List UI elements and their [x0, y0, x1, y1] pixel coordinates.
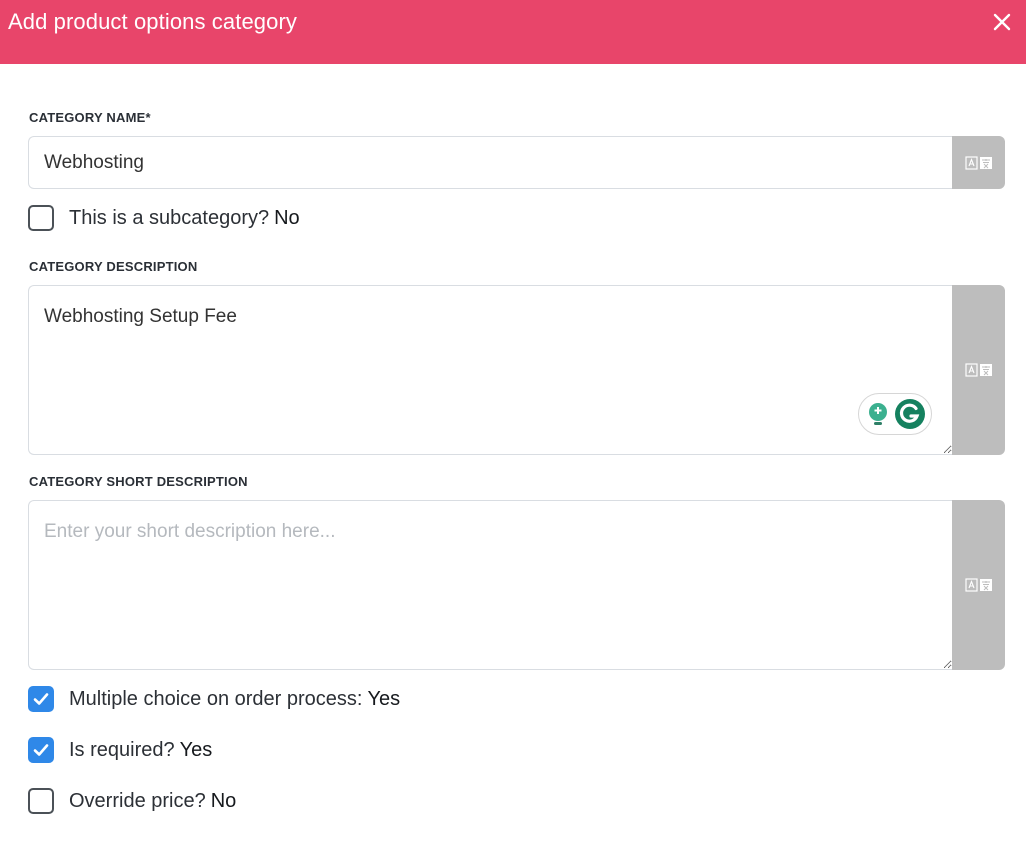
subcategory-row: This is a subcategory? No [28, 205, 300, 231]
category-name-input[interactable] [28, 136, 952, 189]
override-price-checkbox[interactable] [28, 788, 54, 814]
checkmark-icon [33, 693, 49, 705]
override-price-label-text: Override price? [69, 789, 206, 812]
lightbulb-icon [868, 403, 887, 425]
category-name-translate-button[interactable] [952, 136, 1005, 189]
grammarly-icon [894, 399, 925, 429]
category-name-field [28, 136, 1005, 189]
multiple-choice-label-text: Multiple choice on order process: [69, 687, 363, 710]
is-required-row: Is required? Yes [28, 737, 212, 763]
category-short-description-label: CATEGORY SHORT DESCRIPTION [29, 474, 248, 489]
override-price-row: Override price? No [28, 788, 236, 814]
translate-icon [964, 155, 992, 170]
category-description-field: Webhosting Setup Fee [28, 285, 1005, 455]
modal-title: Add product options category [8, 9, 297, 34]
is-required-label: Is required? Yes [69, 739, 212, 762]
category-description-translate-button[interactable] [952, 285, 1005, 455]
subcategory-label: This is a subcategory? No [69, 207, 300, 230]
subcategory-checkbox[interactable] [28, 205, 54, 231]
is-required-value: Yes [179, 738, 213, 761]
is-required-checkbox[interactable] [28, 737, 54, 763]
override-price-value: No [210, 789, 237, 812]
checkmark-icon [33, 744, 49, 756]
close-icon [993, 13, 1011, 31]
category-description-label: CATEGORY DESCRIPTION [29, 259, 198, 274]
multiple-choice-checkbox[interactable] [28, 686, 54, 712]
grammarly-widget[interactable] [858, 393, 932, 435]
multiple-choice-label: Multiple choice on order process: Yes [69, 688, 400, 711]
is-required-label-text: Is required? [69, 738, 175, 761]
translate-icon [964, 578, 992, 592]
translate-icon [964, 363, 992, 377]
subcategory-label-text: This is a subcategory? [69, 206, 270, 229]
category-short-description-translate-button[interactable] [952, 500, 1005, 670]
category-name-label: CATEGORY NAME* [29, 110, 151, 125]
category-short-description-field [28, 500, 1005, 670]
multiple-choice-value: Yes [367, 687, 401, 710]
subcategory-value: No [274, 206, 300, 229]
category-short-description-textarea[interactable] [28, 500, 952, 670]
close-button[interactable] [988, 8, 1016, 36]
override-price-label: Override price? No [69, 790, 236, 813]
modal-header: Add product options category [0, 0, 1026, 64]
category-description-textarea[interactable]: Webhosting Setup Fee [28, 285, 952, 455]
multiple-choice-row: Multiple choice on order process: Yes [28, 686, 400, 712]
